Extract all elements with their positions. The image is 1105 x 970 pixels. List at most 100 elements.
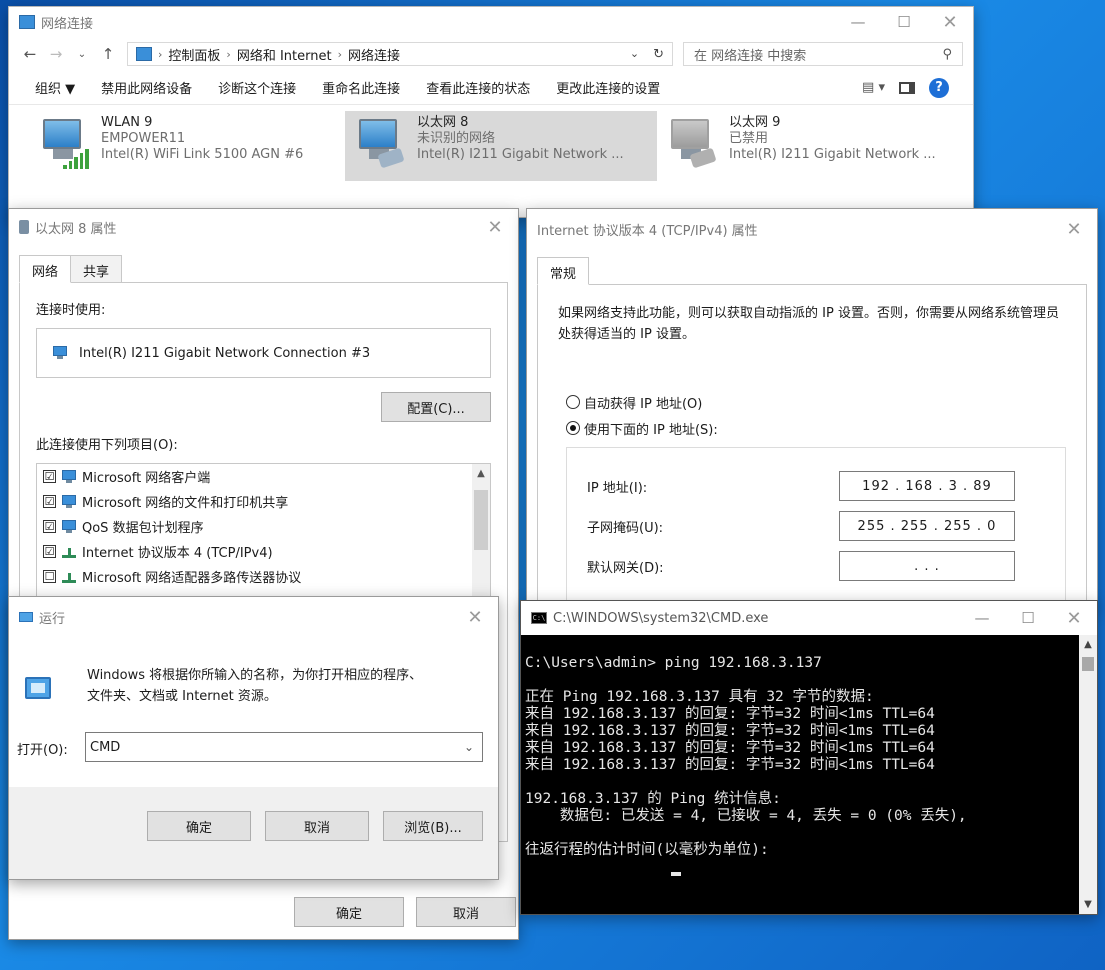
item-label: Internet 协议版本 4 (TCP/IPv4) [82,546,273,561]
minimize-button[interactable]: — [959,601,1005,635]
close-button[interactable]: ✕ [1051,209,1097,249]
console-cursor [671,872,681,876]
cancel-button[interactable]: 取消 [265,811,369,841]
view-options-icon[interactable]: ▤ ▾ [862,80,885,95]
console-line: C:\Users\admin> ping 192.168.3.137 [525,655,822,671]
address-dropdown-icon[interactable]: ⌄ [630,47,639,62]
connection-name: WLAN 9 [101,115,153,130]
close-button[interactable]: ✕ [927,7,973,37]
list-item[interactable]: ☑ Microsoft 网络的文件和打印机共享 [37,489,490,514]
tab-network[interactable]: 网络 [19,255,72,283]
breadcrumb-network-internet[interactable]: 网络和 Internet [237,45,332,64]
forward-icon[interactable]: → [43,45,69,63]
gateway-field[interactable]: . . . [839,551,1015,581]
ok-button[interactable]: 确定 [147,811,251,841]
cancel-button[interactable]: 取消 [416,897,516,927]
ethernet-adapter-icon [353,115,409,171]
control-panel-icon [136,47,152,61]
connection-item-ethernet8[interactable]: 以太网 8 未识别的网络 Intel(R) I211 Gigabit Netwo… [345,111,657,181]
ethernet-properties-titlebar: 以太网 8 属性 ✕ [9,209,518,245]
scroll-thumb[interactable] [474,490,488,550]
list-item[interactable]: ☑ Microsoft 网络客户端 [37,464,490,489]
auto-ip-radio[interactable] [566,395,580,409]
ip-address-label: IP 地址(I): [587,480,648,496]
change-settings-button[interactable]: 更改此连接的设置 [556,78,660,97]
run-title: 运行 [39,611,66,627]
help-icon[interactable]: ? [929,77,949,98]
ipv4-titlebar: Internet 协议版本 4 (TCP/IPv4) 属性 ✕ [527,209,1097,249]
manual-ip-option[interactable]: 使用下面的 IP 地址(S): [566,415,1066,441]
up-icon[interactable]: ↑ [95,45,121,63]
item-checkbox[interactable]: ☑ [43,545,56,558]
browse-button[interactable]: 浏览(B)... [383,811,483,841]
maximize-button[interactable]: ☐ [881,7,927,37]
cmd-scrollbar[interactable]: ▲ ▼ [1079,635,1097,914]
connection-adapter: Intel(R) WiFi Link 5100 AGN #6 [101,147,304,162]
cmd-icon: C:\ [531,612,547,624]
breadcrumb-control-panel[interactable]: 控制面板 [168,45,220,64]
view-status-button[interactable]: 查看此连接的状态 [426,78,530,97]
address-bar[interactable]: › 控制面板 › 网络和 Internet › 网络连接 ⌄ ↻ [127,42,673,66]
ok-button[interactable]: 确定 [294,897,404,927]
open-value: CMD [90,739,121,755]
search-icon[interactable]: ⚲ [942,47,952,62]
items-label: 此连接使用下列项目(O): [36,438,178,453]
subnet-mask-field[interactable]: 255 . 255 . 255 . 0 [839,511,1015,541]
preview-pane-icon[interactable] [899,81,915,94]
breadcrumb-network-connections[interactable]: 网络连接 [348,45,400,64]
disable-device-button[interactable]: 禁用此网络设备 [101,78,192,97]
tab-general[interactable]: 常规 [537,257,590,285]
scroll-thumb[interactable] [1082,657,1094,671]
search-input[interactable]: 在 网络连接 中搜索 ⚲ [683,42,963,66]
console-output[interactable]: C:\Users\admin> ping 192.168.3.137 正在 Pi… [521,635,1079,914]
list-item[interactable]: ☐ Microsoft 网络适配器多路传送器协议 [37,564,490,589]
item-label: QoS 数据包计划程序 [82,521,204,536]
close-button[interactable]: ✕ [472,209,518,245]
scroll-up-icon[interactable]: ▲ [472,464,490,479]
close-button[interactable]: ✕ [1051,601,1097,635]
manual-ip-radio[interactable] [566,421,580,435]
search-placeholder: 在 网络连接 中搜索 [694,48,807,64]
organize-menu[interactable]: 组织 ▼ [35,78,75,97]
open-combobox[interactable]: CMD ⌄ [85,732,483,762]
list-item[interactable]: ☑ Internet 协议版本 4 (TCP/IPv4) [37,539,490,564]
connection-item-wlan9[interactable]: WLAN 9 EMPOWER11 Intel(R) WiFi Link 5100… [29,111,345,181]
refresh-icon[interactable]: ↻ [653,47,664,62]
ip-address-row: IP 地址(I): 192 . 168 . 3 . 89 [587,466,1055,506]
connection-status: EMPOWER11 [101,131,186,146]
maximize-button[interactable]: ☐ [1005,601,1051,635]
chevron-down-icon[interactable]: ⌄ [464,740,474,754]
diagnose-button[interactable]: 诊断这个连接 [218,78,296,97]
scroll-up-icon[interactable]: ▲ [1079,639,1097,650]
configure-button[interactable]: 配置(C)... [381,392,491,422]
list-item[interactable]: ☑ QoS 数据包计划程序 [37,514,490,539]
connect-using-label: 连接时使用: [36,303,106,318]
recent-chevron-icon[interactable]: ⌄ [69,49,95,60]
item-checkbox[interactable]: ☑ [43,470,56,483]
ip-address-field[interactable]: 192 . 168 . 3 . 89 [839,471,1015,501]
item-checkbox[interactable]: ☐ [43,570,56,583]
auto-ip-option[interactable]: 自动获得 IP 地址(O) [566,389,1066,415]
breadcrumb-separator-icon: › [337,47,342,61]
scroll-down-icon[interactable]: ▼ [1079,899,1097,910]
rename-button[interactable]: 重命名此连接 [322,78,400,97]
connection-item-ethernet9[interactable]: 以太网 9 已禁用 Intel(R) I211 Gigabit Network … [657,111,969,181]
item-checkbox[interactable]: ☑ [43,520,56,533]
cmd-titlebar: C:\ C:\WINDOWS\system32\CMD.exe — ☐ ✕ [521,601,1097,635]
gateway-row: 默认网关(D): . . . [587,546,1055,586]
back-icon[interactable]: ← [17,45,43,63]
client-icon [60,469,78,484]
service-icon [60,494,78,509]
run-description: Windows 将根据你所输入的名称，为你打开相应的程序、 文件夹、文档或 In… [87,665,422,707]
minimize-button[interactable]: — [835,7,881,37]
tab-sharing[interactable]: 共享 [70,255,123,283]
connection-adapter: Intel(R) I211 Gigabit Network ... [729,147,936,162]
gateway-label: 默认网关(D): [587,560,664,576]
console-line: 数据包: 已发送 = 4, 已接收 = 4, 丢失 = 0 (0% 丢失), [525,808,967,824]
close-button[interactable]: ✕ [452,597,498,637]
console-line: 往返行程的估计时间(以毫秒为单位): [525,842,769,858]
item-checkbox[interactable]: ☑ [43,495,56,508]
wireless-adapter-icon [37,115,93,171]
protocol-icon [60,545,78,559]
